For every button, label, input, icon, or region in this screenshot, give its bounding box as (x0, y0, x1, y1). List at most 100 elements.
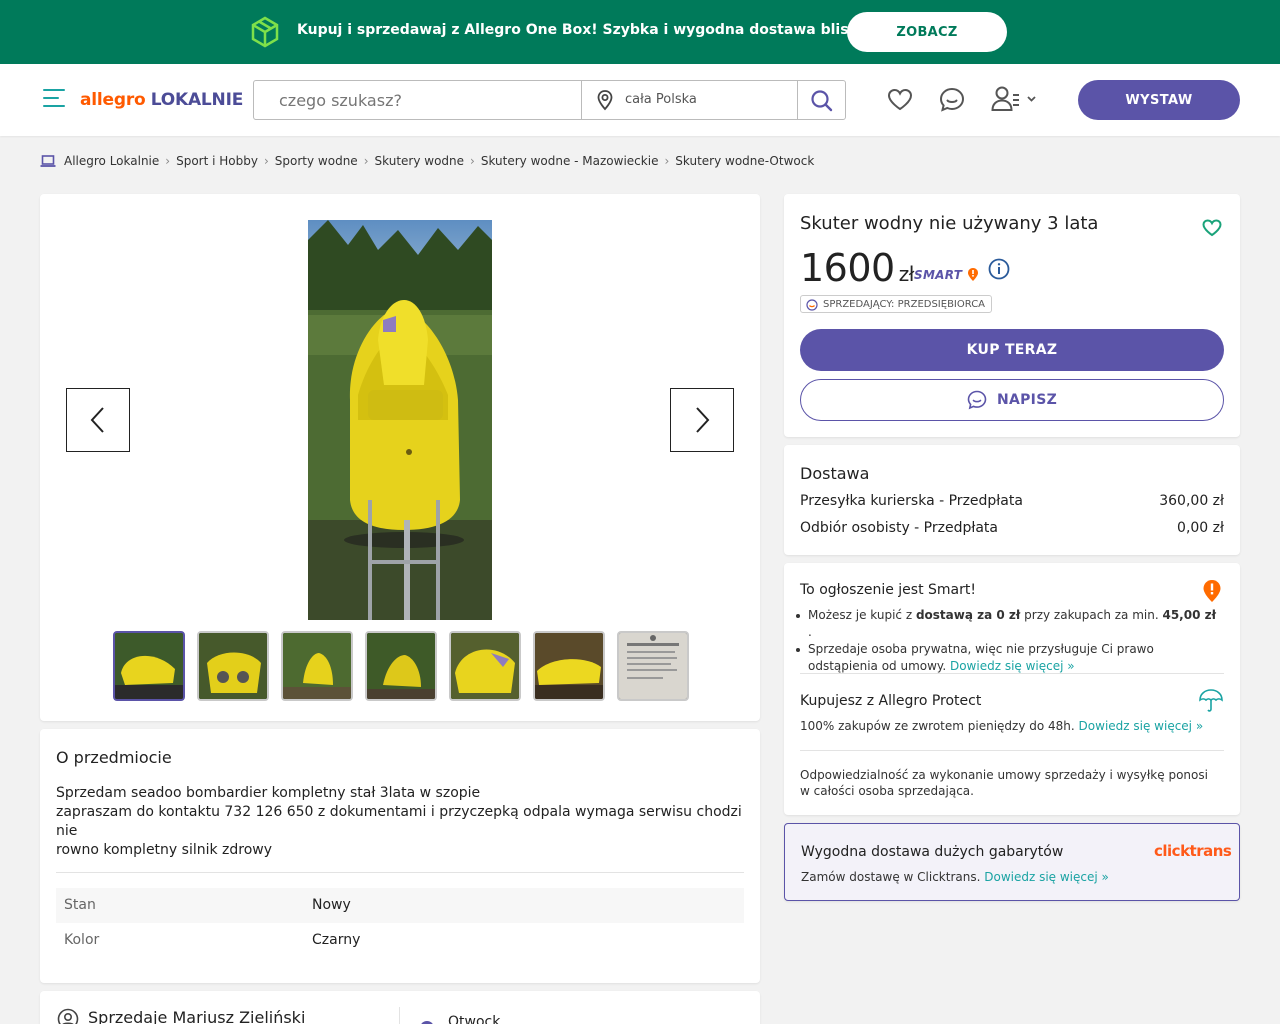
messages-icon[interactable] (939, 87, 965, 113)
favorite-heart-icon[interactable] (1202, 219, 1222, 237)
property-row: Stan Nowy (56, 888, 744, 923)
smart-pin-icon (967, 268, 978, 281)
smile-icon (806, 299, 818, 311)
breadcrumb: Allegro Lokalnie › Sport i Hobby › Sport… (40, 153, 814, 169)
thumbnail-2[interactable] (197, 631, 269, 701)
buy-now-button[interactable]: KUP TERAZ (800, 329, 1224, 371)
shipping-option: Odbiór osobisty - Przedpłata 0,00 zł (800, 520, 1224, 536)
previous-photo-button[interactable] (66, 388, 130, 452)
thumbnail-7[interactable] (617, 631, 689, 701)
thumbnail-1[interactable] (113, 631, 185, 701)
price-currency: zł (898, 262, 915, 286)
about-title: O przedmiocie (56, 748, 172, 767)
offer-card: Skuter wodny nie używany 3 lata 1600 zł S… (784, 194, 1240, 437)
shipping-title: Dostawa (800, 464, 870, 483)
clicktrans-title: Wygodna dostawa dużych gabarytów (801, 844, 1064, 860)
location-pin-icon (597, 90, 613, 111)
description-line: Sprzedam seadoo bombardier kompletny sta… (56, 785, 481, 801)
thumbnail-3[interactable] (281, 631, 353, 701)
divider (800, 750, 1224, 751)
umbrella-icon (1199, 689, 1223, 712)
divider (399, 1007, 400, 1024)
breadcrumb-item[interactable]: Skutery wodne (375, 154, 465, 168)
chevron-left-icon (90, 407, 104, 433)
jet-ski-photo (308, 220, 492, 620)
text: dostawą za 0 zł (915, 608, 1021, 622)
property-key: Kolor (64, 932, 100, 948)
breadcrumb-item[interactable]: Sporty wodne (275, 154, 358, 168)
chevron-right-icon: › (263, 154, 269, 168)
logo-lokalnie-text: LOKALNIE (150, 90, 244, 110)
thumbnail-6[interactable] (533, 631, 605, 701)
chevron-right-icon: › (470, 154, 475, 168)
breadcrumb-item[interactable]: Skutery wodne - Mazowieckie (481, 154, 659, 168)
property-key: Stan (64, 897, 96, 913)
next-photo-button[interactable] (670, 388, 734, 452)
offer-title: Skuter wodny nie używany 3 lata (800, 213, 1099, 234)
shipping-card: Dostawa Przesyłka kurierska - Przedpłata… (784, 445, 1240, 555)
text: . (808, 625, 812, 639)
user-account-icon[interactable] (991, 85, 1039, 113)
text: Zamów dostawę w Clicktrans. (801, 870, 981, 884)
property-row: Kolor Czarny (56, 923, 744, 958)
smart-badge: SMART (914, 267, 979, 282)
clicktrans-card: Wygodna dostawa dużych gabarytów clicktr… (784, 823, 1240, 901)
description-line: zapraszam do kontaktu 732 126 650 z doku… (56, 804, 742, 839)
message-button[interactable]: NAPISZ (800, 379, 1224, 421)
shipping-option-name: Odbiór osobisty - Przedpłata (800, 520, 998, 536)
message-label: NAPISZ (996, 392, 1058, 408)
offer-price: 1600 zł (800, 246, 914, 290)
breadcrumb-item[interactable]: Sport i Hobby (176, 154, 258, 168)
chevron-right-icon: › (165, 154, 171, 168)
search-icon[interactable] (810, 89, 834, 113)
search-divider (581, 81, 582, 119)
chevron-right-icon: › (363, 154, 369, 168)
smart-benefit-item: Możesz je kupić z dostawą za 0 zł przy z… (796, 607, 1218, 641)
learn-more-link[interactable]: Dowiedz się więcej » (1079, 719, 1204, 733)
smart-benefit-item: Sprzedaje osoba prywatna, więc nie przys… (796, 641, 1218, 675)
thumbnail-5[interactable] (449, 631, 521, 701)
info-icon[interactable] (988, 258, 1010, 280)
text: 45,00 zł (1162, 608, 1217, 622)
allegro-lokalnie-logo[interactable]: allegro LOKALNIE (80, 90, 243, 110)
learn-more-link[interactable]: Dowiedz się więcej » (950, 659, 1075, 673)
user-icon (57, 1008, 79, 1024)
main-photo[interactable] (308, 220, 492, 620)
promo-see-button[interactable]: ZOBACZ (847, 12, 1007, 52)
shipping-option-price: 0,00 zł (1177, 520, 1224, 536)
seller-name[interactable]: Sprzedaje Mariusz Zieliński (88, 1008, 305, 1024)
chevron-right-icon: › (664, 154, 670, 168)
chevron-right-icon (696, 407, 710, 433)
logo-allegro-text: allegro (80, 90, 146, 110)
about-card: O przedmiocie Sprzedam seadoo bombardier… (40, 729, 760, 983)
responsibility-text: Odpowiedzialność za wykonanie umowy sprz… (800, 768, 1208, 798)
thumbnail-4[interactable] (365, 631, 437, 701)
smart-benefits-list: Możesz je kupić z dostawą za 0 zł przy z… (796, 607, 1218, 675)
text: Możesz je kupić z (808, 608, 916, 622)
publish-button[interactable]: WYSTAW (1078, 80, 1240, 120)
shipping-option-price: 360,00 zł (1159, 493, 1224, 509)
seller-type-text: SPRZEDAJĄCY: PRZEDSIĘBIORCA (823, 298, 986, 310)
location-select[interactable]: cała Polska (625, 92, 697, 107)
smart-title: To ogłoszenie jest Smart! (800, 582, 976, 598)
breadcrumb-item[interactable]: Allegro Lokalnie (64, 154, 159, 168)
gallery-card (40, 194, 760, 721)
search-input[interactable] (254, 81, 581, 119)
divider (56, 872, 744, 873)
seller-type-badge: SPRZEDAJĄCY: PRZEDSIĘBIORCA (800, 295, 993, 313)
site-header: allegro LOKALNIE cała Polska WYSTAW (0, 64, 1280, 136)
item-description: Sprzedam seadoo bombardier kompletny sta… (56, 784, 744, 860)
breadcrumb-item[interactable]: Skutery wodne-Otwock (675, 154, 814, 168)
clicktrans-logo: clicktrans (1154, 842, 1232, 860)
one-box-icon (251, 16, 279, 48)
learn-more-link[interactable]: Dowiedz się więcej » (984, 870, 1109, 884)
smart-pin-icon (1203, 580, 1221, 602)
search-divider (797, 81, 798, 119)
price-value: 1600 (800, 246, 895, 290)
chat-icon (967, 390, 987, 410)
menu-icon[interactable] (43, 89, 65, 109)
smart-info-card: To ogłoszenie jest Smart! Możesz je kupi… (784, 563, 1240, 815)
divider (800, 673, 1224, 674)
heart-icon[interactable] (887, 88, 913, 112)
promo-banner: Kupuj i sprzedawaj z Allegro One Box! Sz… (0, 0, 1280, 64)
